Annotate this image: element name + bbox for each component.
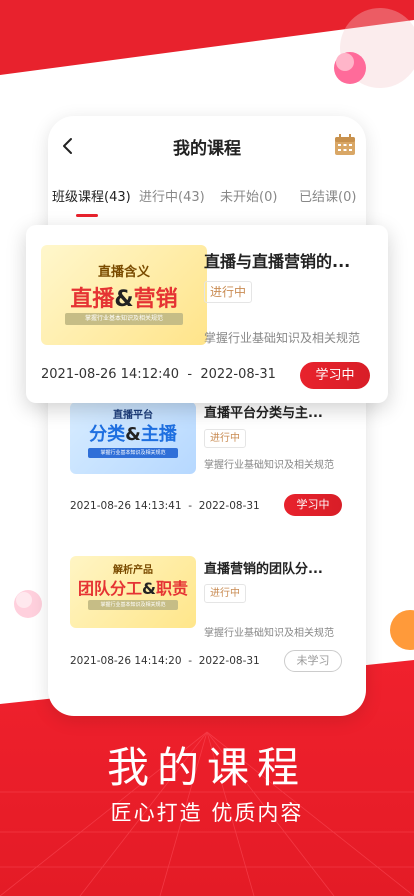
course-thumbnail: 直播平台 分类&主播 掌握行业基本知识及相关规范 — [70, 402, 196, 474]
status-badge: 进行中 — [204, 281, 252, 303]
course-card[interactable]: 解析产品 团队分工&职责 掌握行业基本知识及相关规范 直播营销的团队分... 进… — [60, 544, 354, 674]
phone-screen: 我的课程 班级课程(43) 进行中(43) 未开始(0) 已结课(0) 直播平台… — [48, 116, 366, 716]
course-description: 掌握行业基础知识及相关规范 — [204, 331, 361, 345]
course-card[interactable]: 直播平台 分类&主播 掌握行业基本知识及相关规范 直播平台分类与主... 进行中… — [60, 392, 354, 522]
status-badge: 进行中 — [204, 584, 246, 603]
page-title: 我的课程 — [173, 139, 241, 159]
promo-title: 我的课程 — [106, 743, 307, 792]
study-button[interactable]: 学习中 — [300, 362, 370, 389]
course-title: 直播营销的团队分... — [204, 562, 323, 577]
course-description: 掌握行业基础知识及相关规范 — [204, 460, 334, 471]
calendar-icon[interactable] — [334, 134, 356, 156]
course-title: 直播平台分类与主... — [204, 406, 323, 421]
course-date-range: 2021-08-26 14:12:40 - 2022-08-31 — [41, 367, 276, 382]
tab-bar: 班级课程(43) 进行中(43) 未开始(0) 已结课(0) — [48, 186, 366, 217]
tab-class-courses[interactable]: 班级课程(43) — [52, 186, 131, 205]
tab-not-started[interactable]: 未开始(0) — [220, 186, 277, 205]
study-button[interactable]: 学习中 — [284, 494, 342, 516]
tab-in-progress[interactable]: 进行中(43) — [139, 186, 205, 205]
course-description: 掌握行业基础知识及相关规范 — [204, 628, 334, 639]
not-studied-button[interactable]: 未学习 — [284, 650, 342, 672]
course-title: 直播与直播营销的... — [204, 252, 351, 271]
active-tab-indicator — [76, 214, 98, 217]
tab-finished[interactable]: 已结课(0) — [299, 186, 356, 205]
featured-course-card[interactable]: 直播含义 直播&营销 掌握行业基本知识及相关规范 直播与直播营销的... 进行中… — [26, 225, 388, 403]
course-date-range: 2021-08-26 14:14:20 - 2022-08-31 — [70, 655, 260, 667]
course-thumbnail: 解析产品 团队分工&职责 掌握行业基本知识及相关规范 — [70, 556, 196, 628]
course-thumbnail: 直播含义 直播&营销 掌握行业基本知识及相关规范 — [41, 245, 207, 345]
promo-subtitle: 匠心打造 优质内容 — [110, 801, 304, 825]
navigation-bar: 我的课程 — [48, 116, 366, 176]
status-badge: 进行中 — [204, 429, 246, 448]
course-date-range: 2021-08-26 14:13:41 - 2022-08-31 — [70, 500, 260, 512]
